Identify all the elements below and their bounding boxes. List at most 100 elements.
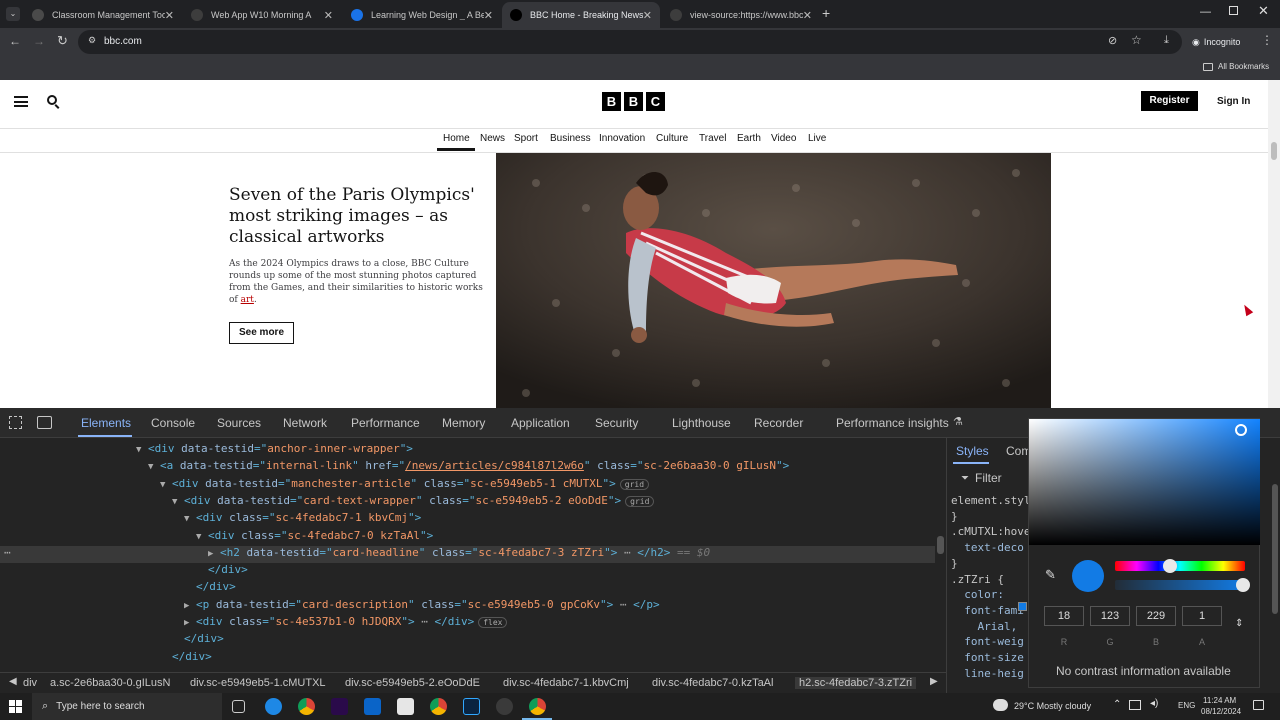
taskbar-search[interactable]: ⌕ Type here to search: [32, 693, 222, 720]
nav-item-travel[interactable]: Travel: [699, 133, 726, 144]
style-rule-line[interactable]: font-fami: [951, 604, 1024, 617]
devtools-tab-performance[interactable]: Performance: [351, 416, 420, 430]
devtools-tab-lighthouse[interactable]: Lighthouse: [672, 416, 731, 430]
style-rule-line[interactable]: Arial,: [951, 620, 1017, 633]
download-icon[interactable]: ⤓: [1164, 34, 1169, 47]
menu-kebab-icon[interactable]: ⋮: [1261, 33, 1273, 47]
expand-toggle-icon[interactable]: ▶: [184, 601, 196, 611]
breadcrumb-item[interactable]: h2.sc-4fedabc7-3.zTZri: [795, 677, 917, 689]
style-rule-line[interactable]: }: [951, 557, 958, 570]
devtools-tab-memory[interactable]: Memory: [442, 416, 485, 430]
style-rule-line[interactable]: element.styl: [951, 494, 1030, 507]
nav-item-sport[interactable]: Sport: [514, 133, 538, 144]
nav-item-live[interactable]: Live: [808, 133, 826, 144]
premiere-icon[interactable]: [331, 698, 348, 715]
nav-item-culture[interactable]: Culture: [656, 133, 688, 144]
hue-slider[interactable]: [1115, 559, 1245, 573]
store-icon[interactable]: [397, 698, 414, 715]
style-rule-line[interactable]: font-weig: [951, 635, 1024, 648]
eyedropper-icon[interactable]: ✎: [1045, 567, 1056, 583]
bbc-logo[interactable]: B B C: [602, 92, 668, 111]
dom-node-row[interactable]: </div>: [0, 632, 935, 649]
style-rule-line[interactable]: }: [951, 510, 958, 523]
breadcrumb-item[interactable]: div.sc-4fedabc7-0.kzTaAl: [652, 677, 773, 689]
devtools-tab-console[interactable]: Console: [151, 416, 195, 430]
color-input-a[interactable]: 1: [1182, 606, 1222, 626]
dom-node-row[interactable]: ⋯ ▶ <h2 data-testid="card-headline" class=…: [0, 545, 935, 563]
gymnast-hero-image[interactable]: [496, 153, 1051, 408]
dom-node-row[interactable]: ▶ <p data-testid="card-description" class…: [0, 598, 935, 615]
dom-node-row[interactable]: ▶ <div class="sc-4e537b1-0 hJDQRX"> ⋯ </d…: [0, 615, 935, 632]
eye-off-icon[interactable]: ⊘: [1108, 34, 1117, 47]
nav-item-innovation[interactable]: Innovation: [599, 133, 645, 144]
see-more-button[interactable]: See more: [229, 322, 294, 344]
card-headline[interactable]: Seven of the Paris Olympics' most striki…: [229, 185, 487, 248]
style-rule-line[interactable]: line-heig: [951, 667, 1024, 680]
expand-toggle-icon[interactable]: ▼: [160, 480, 172, 490]
breadcrumb-item[interactable]: div.sc-e5949eb5-1.cMUTXL: [190, 677, 326, 689]
style-rule-line[interactable]: color:: [951, 588, 1011, 601]
tab-close-icon[interactable]: ✕: [165, 9, 174, 22]
devtools-tab-performance-insights[interactable]: Performance insights: [836, 416, 949, 430]
dom-node-row[interactable]: ▼ <div data-testid="card-text-wrapper" cl…: [0, 494, 935, 511]
register-button[interactable]: Register: [1141, 91, 1198, 111]
maximize-button[interactable]: [1229, 6, 1238, 15]
devtools-tab-network[interactable]: Network: [283, 416, 327, 430]
art-link[interactable]: art: [241, 295, 254, 305]
mail-icon[interactable]: [364, 698, 381, 715]
color-input-b[interactable]: 229: [1136, 606, 1176, 626]
nav-item-business[interactable]: Business: [550, 133, 591, 144]
dom-node-row[interactable]: ▼ <div data-testid="anchor-inner-wrapper"…: [0, 442, 935, 459]
dom-node-row[interactable]: ▼ <a data-testid="internal-link" href="/n…: [0, 459, 935, 476]
page-scrollbar[interactable]: [1268, 80, 1280, 408]
style-rule-line[interactable]: font-size: [951, 651, 1024, 664]
tray-chevron-icon[interactable]: ⌃: [1113, 699, 1121, 710]
minimize-button[interactable]: —: [1200, 6, 1211, 18]
nav-item-news[interactable]: News: [480, 133, 505, 144]
chrome-icon-active[interactable]: [529, 698, 546, 715]
sign-in-link[interactable]: Sign In: [1217, 96, 1250, 107]
close-window-button[interactable]: ✕: [1258, 3, 1269, 19]
back-icon[interactable]: ←: [9, 34, 21, 48]
breadcrumb-item[interactable]: a.sc-2e6baa30-0.gILusN: [50, 677, 170, 689]
format-toggle-icon[interactable]: ⇕: [1235, 618, 1243, 629]
expand-toggle-icon[interactable]: ▶: [208, 549, 220, 559]
tab-close-icon[interactable]: ✕: [484, 9, 493, 22]
chrome-icon-2[interactable]: [430, 698, 447, 715]
devtools-tab-recorder[interactable]: Recorder: [754, 416, 803, 430]
tab-styles[interactable]: Styles: [956, 444, 989, 458]
style-rule-line[interactable]: .zTZri {: [951, 573, 1004, 586]
device-toolbar-icon[interactable]: [37, 416, 52, 429]
forward-icon[interactable]: →: [33, 34, 45, 48]
dom-node-row[interactable]: ▼ <div data-testid="manchester-article" c…: [0, 477, 935, 494]
tab-search-icon[interactable]: ⌄: [6, 7, 20, 21]
hue-handle[interactable]: [1163, 559, 1177, 573]
crumb-left-arrow[interactable]: ◀: [9, 676, 17, 687]
breadcrumb-item[interactable]: div.sc-4fedabc7-1.kbvCmj: [503, 677, 629, 689]
nav-item-video[interactable]: Video: [771, 133, 796, 144]
dom-node-row[interactable]: ▼ <div class="sc-4fedabc7-0 kzTaAl">: [0, 529, 935, 546]
address-bar[interactable]: ⚙ bbc.com ⊘ ☆: [78, 30, 1182, 54]
color-swatch-small[interactable]: [1018, 602, 1027, 611]
chrome-icon-1[interactable]: [298, 698, 315, 715]
styles-filter[interactable]: ⏷ Filter: [953, 469, 1033, 487]
weather-text[interactable]: 29°C Mostly cloudy: [1014, 701, 1091, 711]
saturation-area[interactable]: [1029, 419, 1260, 545]
style-rule-line[interactable]: text-deco: [951, 541, 1024, 554]
all-bookmarks-button[interactable]: All Bookmarks: [1203, 62, 1269, 71]
flask-icon[interactable]: ⚗: [953, 415, 963, 428]
nav-item-earth[interactable]: Earth: [737, 133, 761, 144]
tab-close-icon[interactable]: ✕: [324, 9, 333, 22]
edge-icon[interactable]: [265, 698, 282, 715]
clock-date[interactable]: 08/12/2024: [1201, 707, 1241, 716]
saturation-handle[interactable]: [1235, 424, 1247, 436]
layout-badge[interactable]: grid: [625, 495, 655, 507]
browser-tab[interactable]: Learning Web Design _ A Begin✕: [343, 2, 501, 28]
volume-icon[interactable]: ◂): [1150, 698, 1158, 709]
dom-ellipsis-icon[interactable]: ⋯: [4, 546, 11, 559]
layout-badge[interactable]: grid: [619, 478, 650, 490]
devtools-tab-application[interactable]: Application: [511, 416, 570, 430]
crumb-right-arrow[interactable]: ▶: [930, 676, 938, 687]
dom-node-row[interactable]: </div>: [0, 580, 935, 597]
photoshop-icon[interactable]: [463, 698, 480, 715]
